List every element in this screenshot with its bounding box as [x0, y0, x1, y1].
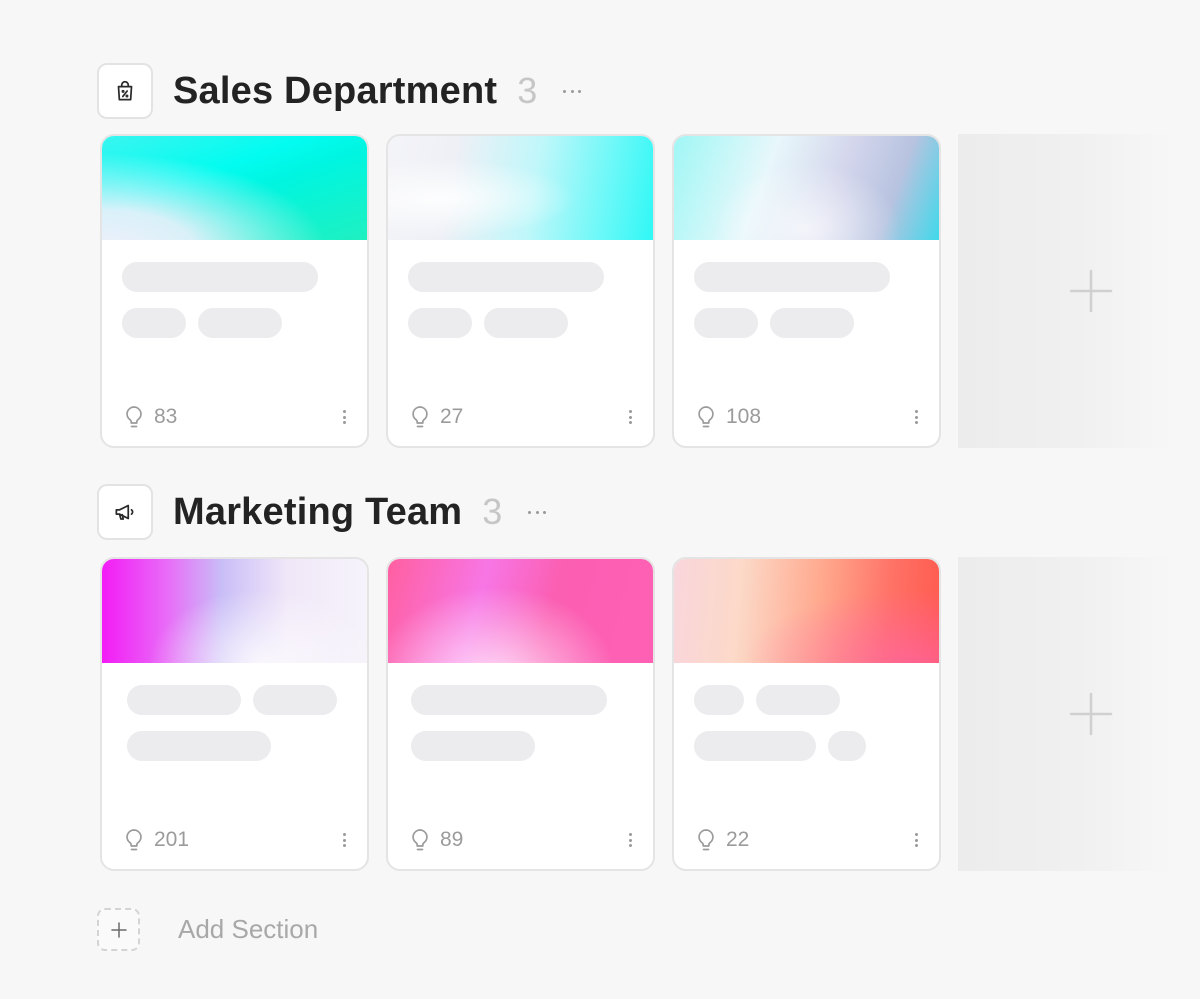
idea-card[interactable]: 89 — [386, 557, 655, 871]
lightbulb-icon — [412, 829, 428, 851]
more-vertical-icon[interactable] — [911, 409, 921, 425]
skeleton-row — [694, 685, 852, 715]
section-header: Sales Department 3 — [97, 63, 585, 119]
more-vertical-icon[interactable] — [339, 832, 349, 848]
section-count: 3 — [482, 491, 503, 532]
skeleton-placeholder — [828, 731, 866, 761]
section-more-icon[interactable] — [559, 81, 585, 101]
skeleton-row — [694, 731, 878, 761]
skeleton-row — [122, 308, 294, 338]
idea-card[interactable]: 27 — [386, 134, 655, 448]
skeleton-placeholder — [770, 308, 854, 338]
skeleton-row — [408, 262, 616, 292]
lightbulb-icon — [126, 829, 142, 851]
idea-card[interactable]: 108 — [672, 134, 941, 448]
skeleton-row — [411, 731, 547, 761]
card-cover-image — [388, 136, 653, 240]
card-cover-image — [388, 559, 653, 663]
idea-count: 83 — [154, 405, 178, 428]
idea-card[interactable]: 83 — [100, 134, 369, 448]
skeleton-placeholder — [408, 308, 472, 338]
skeleton-placeholder — [127, 731, 271, 761]
card-footer: 108 — [694, 404, 921, 430]
idea-card[interactable]: 22 — [672, 557, 941, 871]
skeleton-placeholder — [694, 308, 758, 338]
skeleton-row — [694, 262, 902, 292]
add-section-button[interactable]: Add Section — [97, 908, 318, 951]
skeleton-row — [694, 308, 866, 338]
lightbulb-icon — [412, 406, 428, 428]
idea-card[interactable]: 201 — [100, 557, 369, 871]
section-title: Marketing Team — [173, 491, 463, 533]
skeleton-placeholder — [411, 731, 535, 761]
idea-count: 22 — [726, 828, 750, 851]
skeleton-row — [411, 685, 619, 715]
skeleton-placeholder — [122, 308, 186, 338]
skeleton-placeholder — [694, 685, 744, 715]
card-footer: 201 — [122, 827, 349, 853]
skeleton-placeholder — [756, 685, 840, 715]
idea-count: 108 — [726, 405, 762, 428]
more-vertical-icon[interactable] — [911, 832, 921, 848]
skeleton-row — [127, 731, 283, 761]
skeleton-row — [127, 685, 349, 715]
card-footer: 83 — [122, 404, 349, 430]
more-vertical-icon[interactable] — [339, 409, 349, 425]
idea-count: 201 — [154, 828, 190, 851]
section-more-icon[interactable] — [524, 502, 550, 522]
skeleton-placeholder — [694, 262, 890, 292]
skeleton-row — [122, 262, 330, 292]
more-vertical-icon[interactable] — [625, 832, 635, 848]
section-title: Sales Department — [173, 70, 498, 112]
skeleton-placeholder — [408, 262, 604, 292]
card-footer: 27 — [408, 404, 635, 430]
skeleton-placeholder — [198, 308, 282, 338]
add-card-button[interactable] — [958, 134, 1173, 448]
card-list: 83 27 108 — [100, 134, 1173, 448]
skeleton-row — [408, 308, 580, 338]
more-vertical-icon[interactable] — [625, 409, 635, 425]
shopping-bag-percent-icon[interactable] — [97, 63, 153, 119]
card-cover-image — [674, 136, 939, 240]
skeleton-placeholder — [122, 262, 318, 292]
card-cover-image — [674, 559, 939, 663]
add-section-label: Add Section — [178, 914, 319, 944]
plus-icon — [1069, 269, 1112, 313]
plus-icon[interactable] — [97, 908, 140, 951]
card-cover-image — [102, 559, 367, 663]
lightbulb-icon — [698, 406, 714, 428]
lightbulb-icon — [698, 829, 714, 851]
card-footer: 22 — [694, 827, 921, 853]
section-header: Marketing Team 3 — [97, 484, 550, 540]
card-cover-image — [102, 136, 367, 240]
skeleton-placeholder — [694, 731, 816, 761]
idea-count: 89 — [440, 828, 464, 851]
lightbulb-icon — [126, 406, 142, 428]
skeleton-placeholder — [253, 685, 337, 715]
idea-count: 27 — [440, 405, 464, 428]
plus-icon — [1069, 692, 1112, 736]
skeleton-placeholder — [484, 308, 568, 338]
skeleton-placeholder — [127, 685, 241, 715]
card-footer: 89 — [408, 827, 635, 853]
add-card-button[interactable] — [958, 557, 1173, 871]
card-list: 201 89 22 — [100, 557, 1173, 871]
skeleton-placeholder — [411, 685, 607, 715]
megaphone-icon[interactable] — [97, 484, 153, 540]
section-count: 3 — [517, 70, 538, 111]
